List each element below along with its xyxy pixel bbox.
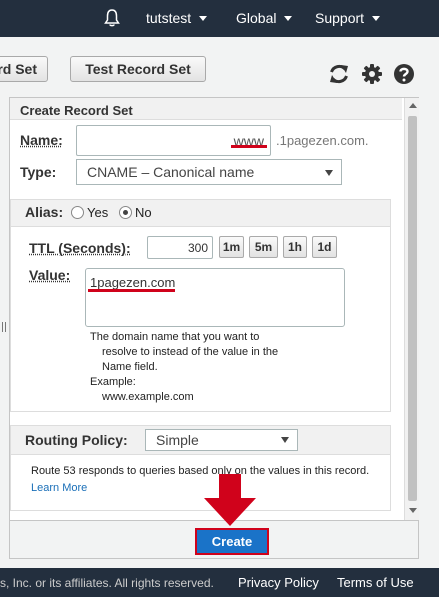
resize-handle[interactable]: [2, 322, 6, 332]
terms-of-use-link[interactable]: Terms of Use: [337, 575, 414, 590]
ttl-value: 300: [187, 241, 208, 255]
chevron-down-icon: [281, 437, 289, 443]
scroll-up-icon[interactable]: [409, 103, 417, 108]
alias-section-header: [11, 200, 390, 227]
refresh-icon[interactable]: [328, 63, 350, 85]
ttl-label: TTL (Seconds):: [29, 240, 131, 256]
help-line: The domain name that you want to: [90, 331, 260, 343]
panel-title: Create Record Set: [10, 98, 402, 120]
help-line: Example:: [90, 376, 136, 388]
ttl-1m-button[interactable]: 1m: [219, 236, 244, 258]
routing-policy-select[interactable]: Simple: [145, 429, 298, 451]
support-label: Support: [315, 10, 365, 26]
copyright-text: s, Inc. or its affiliates. All rights re…: [0, 576, 214, 590]
alias-no-label: No: [135, 205, 152, 220]
create-label: Create: [197, 530, 267, 553]
help-line: www.example.com: [102, 391, 194, 403]
create-record-set-button[interactable]: rd Set: [0, 56, 48, 82]
name-input[interactable]: www: [76, 125, 271, 156]
gear-icon[interactable]: [361, 63, 383, 85]
alias-yes-radio[interactable]: [71, 206, 84, 219]
learn-more-link[interactable]: Learn More: [31, 482, 87, 494]
red-arrow-annotation: [204, 474, 256, 526]
alias-no-radio[interactable]: [119, 206, 132, 219]
value-text: 1pagezen.com: [90, 275, 176, 290]
scrollbar[interactable]: [404, 98, 419, 520]
test-record-set-label: Test Record Set: [85, 61, 191, 77]
test-record-set-button[interactable]: Test Record Set: [70, 56, 206, 82]
ttl-input[interactable]: 300: [147, 236, 213, 259]
type-label: Type:: [20, 164, 57, 180]
ttl-1d-button[interactable]: 1d: [312, 236, 337, 258]
create-button[interactable]: Create: [195, 528, 269, 555]
alias-label: Alias:: [25, 204, 64, 220]
scroll-thumb[interactable]: [408, 116, 417, 501]
support-menu[interactable]: Support: [315, 10, 381, 26]
bell-icon[interactable]: [104, 9, 120, 27]
ttl-label-text: TTL (Seconds):: [29, 240, 131, 256]
type-select[interactable]: CNAME – Canonical name: [76, 159, 342, 185]
name-label: Name:: [20, 132, 63, 148]
alias-yes-label: Yes: [87, 205, 109, 220]
create-record-set-label: rd Set: [0, 61, 37, 77]
name-highlight: [231, 145, 267, 148]
footer: s, Inc. or its affiliates. All rights re…: [0, 568, 439, 597]
top-nav: tutstest Global Support: [0, 0, 439, 37]
domain-suffix: .1pagezen.com.: [276, 133, 369, 148]
routing-policy-value: Simple: [156, 432, 199, 448]
ttl-1h-button[interactable]: 1h: [283, 236, 307, 258]
region-menu[interactable]: Global: [236, 10, 293, 26]
value-help-text: The domain name that you want to resolve…: [90, 330, 278, 405]
chevron-down-icon: [325, 170, 333, 176]
chevron-down-icon: [199, 15, 208, 21]
help-line: resolve to instead of the value in the: [102, 346, 279, 358]
account-menu[interactable]: tutstest: [146, 10, 208, 26]
type-value: CNAME – Canonical name: [87, 164, 255, 180]
scroll-down-icon[interactable]: [409, 508, 417, 513]
routing-policy-label: Routing Policy:: [25, 432, 128, 448]
chevron-down-icon: [372, 15, 381, 21]
value-highlight: [88, 289, 175, 292]
privacy-policy-link[interactable]: Privacy Policy: [238, 575, 319, 590]
help-line: Name field.: [102, 361, 158, 373]
value-textarea[interactable]: 1pagezen.com: [85, 268, 345, 327]
help-icon[interactable]: [393, 63, 415, 85]
value-label: Value:: [29, 267, 71, 283]
ttl-5m-button[interactable]: 5m: [249, 236, 278, 258]
chevron-down-icon: [284, 15, 293, 21]
account-label: tutstest: [146, 10, 192, 26]
region-label: Global: [236, 10, 277, 26]
